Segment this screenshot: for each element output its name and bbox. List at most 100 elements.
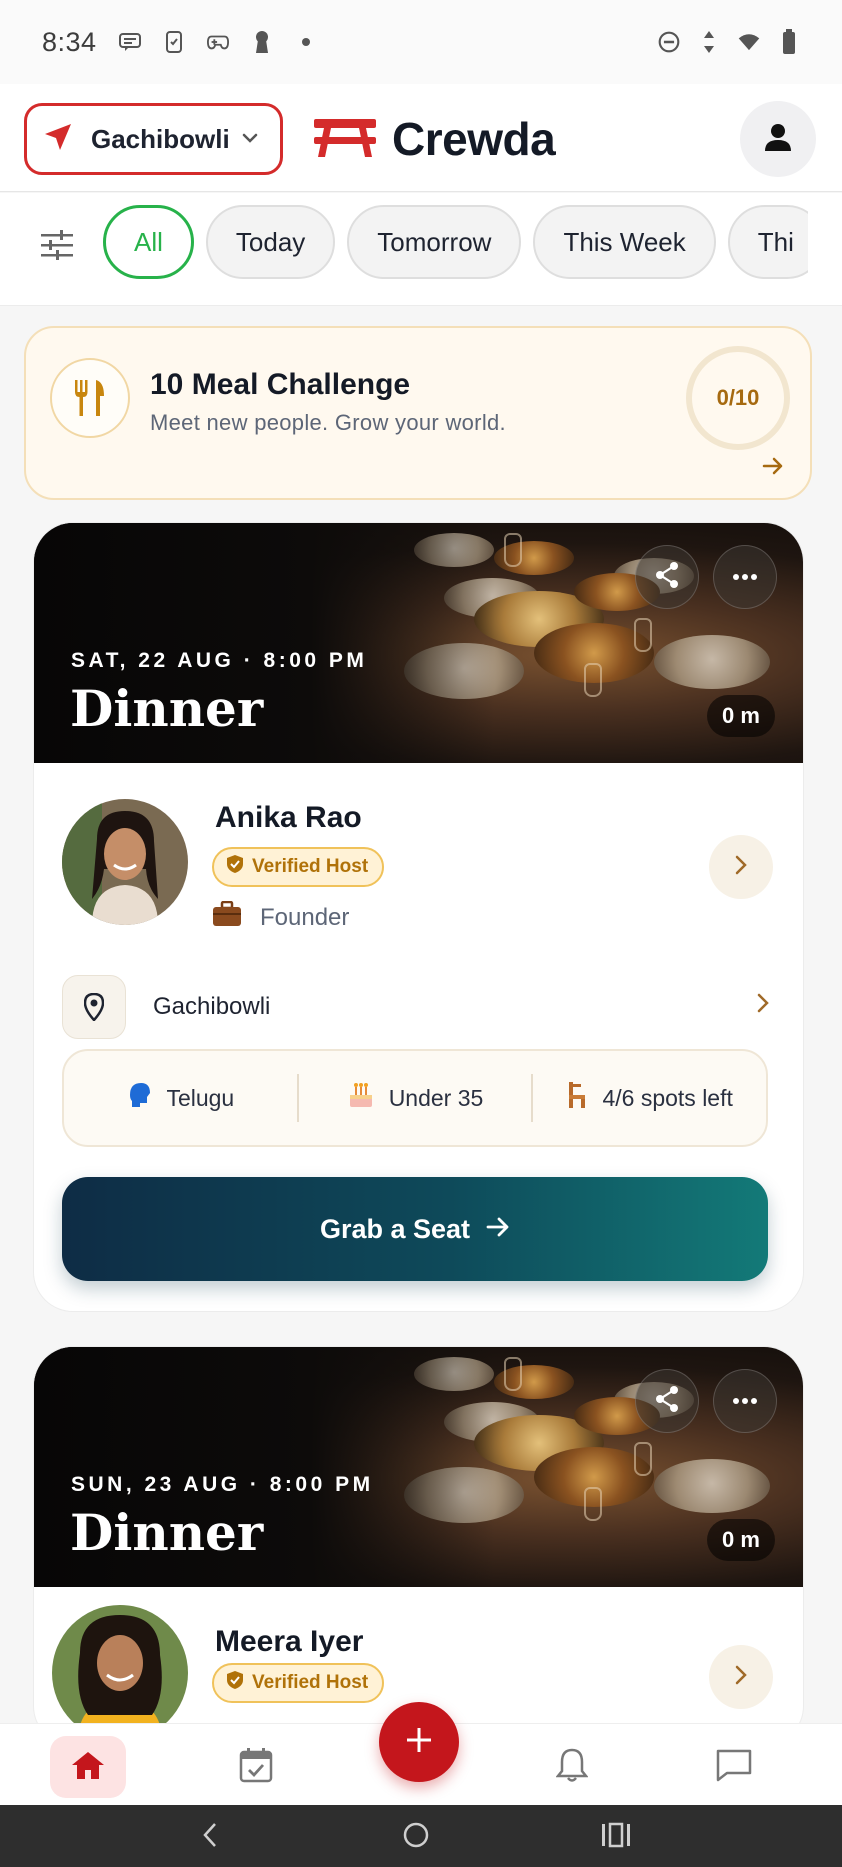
event-hero-image: SUN, 23 AUG · 8:00 PM Dinner 0 m xyxy=(34,1347,803,1587)
chip-this-month-partial[interactable]: Thi xyxy=(727,205,808,279)
system-recents-button[interactable] xyxy=(596,1817,636,1857)
verified-host-badge: Verified Host xyxy=(212,1663,385,1703)
speaking-head-icon xyxy=(126,1081,152,1115)
status-time: 8:34 xyxy=(42,26,97,57)
system-navigation-bar xyxy=(0,1805,842,1867)
event-hero-image: SAT, 22 AUG · 8:00 PM Dinner 0 m xyxy=(34,523,803,763)
arrow-right-icon xyxy=(486,1214,510,1245)
phone-notification-icon xyxy=(163,31,185,53)
verified-host-badge: Verified Host xyxy=(212,847,385,887)
chip-today[interactable]: Today xyxy=(205,205,336,279)
stat-spots-text: 4/6 spots left xyxy=(602,1084,733,1111)
host-details-button[interactable] xyxy=(709,1645,773,1709)
meal-challenge-card[interactable]: 10 Meal Challenge Meet new people. Grow … xyxy=(24,326,812,500)
host-role: Founder xyxy=(212,900,350,934)
filter-sliders-icon[interactable] xyxy=(40,229,74,266)
brand-logo: Crewda xyxy=(312,106,556,172)
system-home-button[interactable] xyxy=(396,1817,436,1857)
arrow-right-icon[interactable] xyxy=(762,456,784,481)
challenge-subtitle: Meet new people. Grow your world. xyxy=(150,410,506,435)
recents-icon xyxy=(601,1822,631,1853)
event-card[interactable]: SAT, 22 AUG · 8:00 PM Dinner 0 m Anika R… xyxy=(33,522,804,1312)
grab-a-seat-button[interactable]: Grab a Seat xyxy=(62,1177,768,1281)
home-circle-icon xyxy=(402,1821,430,1854)
brand-name: Crewda xyxy=(392,113,556,165)
challenge-title: 10 Meal Challenge xyxy=(150,368,411,401)
share-icon xyxy=(654,1385,680,1418)
event-location-name: Gachibowli xyxy=(153,993,271,1020)
system-back-button[interactable] xyxy=(190,1817,230,1857)
location-selector[interactable]: Gachibowli xyxy=(24,103,283,175)
user-icon xyxy=(762,121,794,158)
more-options-button[interactable] xyxy=(713,1369,777,1433)
navigation-arrow-icon xyxy=(43,122,73,157)
location-label: Gachibowli xyxy=(91,123,230,154)
nav-home[interactable] xyxy=(50,1736,126,1798)
share-button[interactable] xyxy=(635,1369,699,1433)
filter-bar: All Today Tomorrow This Week Thi xyxy=(0,193,842,306)
event-location-row[interactable]: Gachibowli xyxy=(34,963,803,1055)
event-distance: 0 m xyxy=(707,1519,775,1561)
share-button[interactable] xyxy=(635,545,699,609)
add-icon xyxy=(405,1726,433,1759)
map-pin-icon xyxy=(62,975,126,1039)
do-not-disturb-icon xyxy=(658,31,680,53)
verified-label: Verified Host xyxy=(252,856,369,877)
message-notification-icon xyxy=(118,31,141,53)
chat-icon xyxy=(715,1748,753,1787)
chair-icon xyxy=(566,1081,588,1115)
more-options-button[interactable] xyxy=(713,545,777,609)
host-avatar xyxy=(62,799,188,925)
event-date-time: SUN, 23 AUG · 8:00 PM xyxy=(71,1473,374,1496)
nav-notifications[interactable] xyxy=(534,1736,610,1798)
keyhole-icon xyxy=(251,31,273,53)
more-dots-icon xyxy=(732,1392,758,1410)
stat-language-text: Telugu xyxy=(166,1084,235,1111)
profile-button[interactable] xyxy=(740,101,816,177)
create-event-button[interactable] xyxy=(379,1702,459,1782)
share-icon xyxy=(654,561,680,594)
challenge-progress-ring: 0/10 xyxy=(686,346,790,450)
host-name: Meera Iyer xyxy=(215,1625,364,1658)
birthday-cake-icon xyxy=(347,1081,375,1115)
shield-check-icon xyxy=(226,854,244,880)
stat-spots: 4/6 spots left xyxy=(533,1081,766,1115)
home-icon xyxy=(71,1750,105,1785)
fork-knife-icon xyxy=(50,358,130,438)
host-row[interactable]: Anika Rao Verified Host Founder xyxy=(34,763,803,963)
event-card[interactable]: SUN, 23 AUG · 8:00 PM Dinner 0 m Meera I… xyxy=(33,1346,804,1746)
dot-icon xyxy=(295,31,317,53)
event-title: Dinner xyxy=(70,679,264,738)
more-dots-icon xyxy=(732,568,758,586)
event-title: Dinner xyxy=(70,1503,264,1562)
host-details-button[interactable] xyxy=(709,835,773,899)
status-bar: 8:34 xyxy=(0,0,842,84)
bell-icon xyxy=(555,1747,589,1788)
event-date-time: SAT, 22 AUG · 8:00 PM xyxy=(71,649,368,672)
calendar-icon xyxy=(239,1747,273,1788)
event-stats: Telugu Under 35 4/6 spots left xyxy=(62,1049,768,1147)
shield-check-icon xyxy=(226,1670,244,1696)
chevron-right-icon xyxy=(735,855,747,880)
host-avatar xyxy=(52,1605,188,1741)
battery-icon xyxy=(778,29,800,54)
date-filter-chips: All Today Tomorrow This Week Thi xyxy=(103,205,808,279)
stat-age-text: Under 35 xyxy=(388,1084,484,1111)
event-distance: 0 m xyxy=(707,695,775,737)
verified-label: Verified Host xyxy=(252,1672,369,1693)
stat-language: Telugu xyxy=(64,1081,297,1115)
host-role-text: Founder xyxy=(260,903,350,931)
nav-messages[interactable] xyxy=(696,1736,772,1798)
chevron-right-icon xyxy=(757,993,769,1018)
chevron-down-icon xyxy=(242,130,258,148)
chip-all[interactable]: All xyxy=(103,205,194,279)
wifi-icon xyxy=(738,31,760,53)
host-name: Anika Rao xyxy=(215,801,362,834)
nav-calendar[interactable] xyxy=(218,1736,294,1798)
gamepad-icon xyxy=(206,31,229,53)
chevron-right-icon xyxy=(735,1665,747,1690)
chip-this-week[interactable]: This Week xyxy=(533,205,716,279)
grab-a-seat-label: Grab a Seat xyxy=(319,1213,471,1244)
chip-tomorrow[interactable]: Tomorrow xyxy=(347,205,522,279)
briefcase-icon xyxy=(212,900,242,934)
